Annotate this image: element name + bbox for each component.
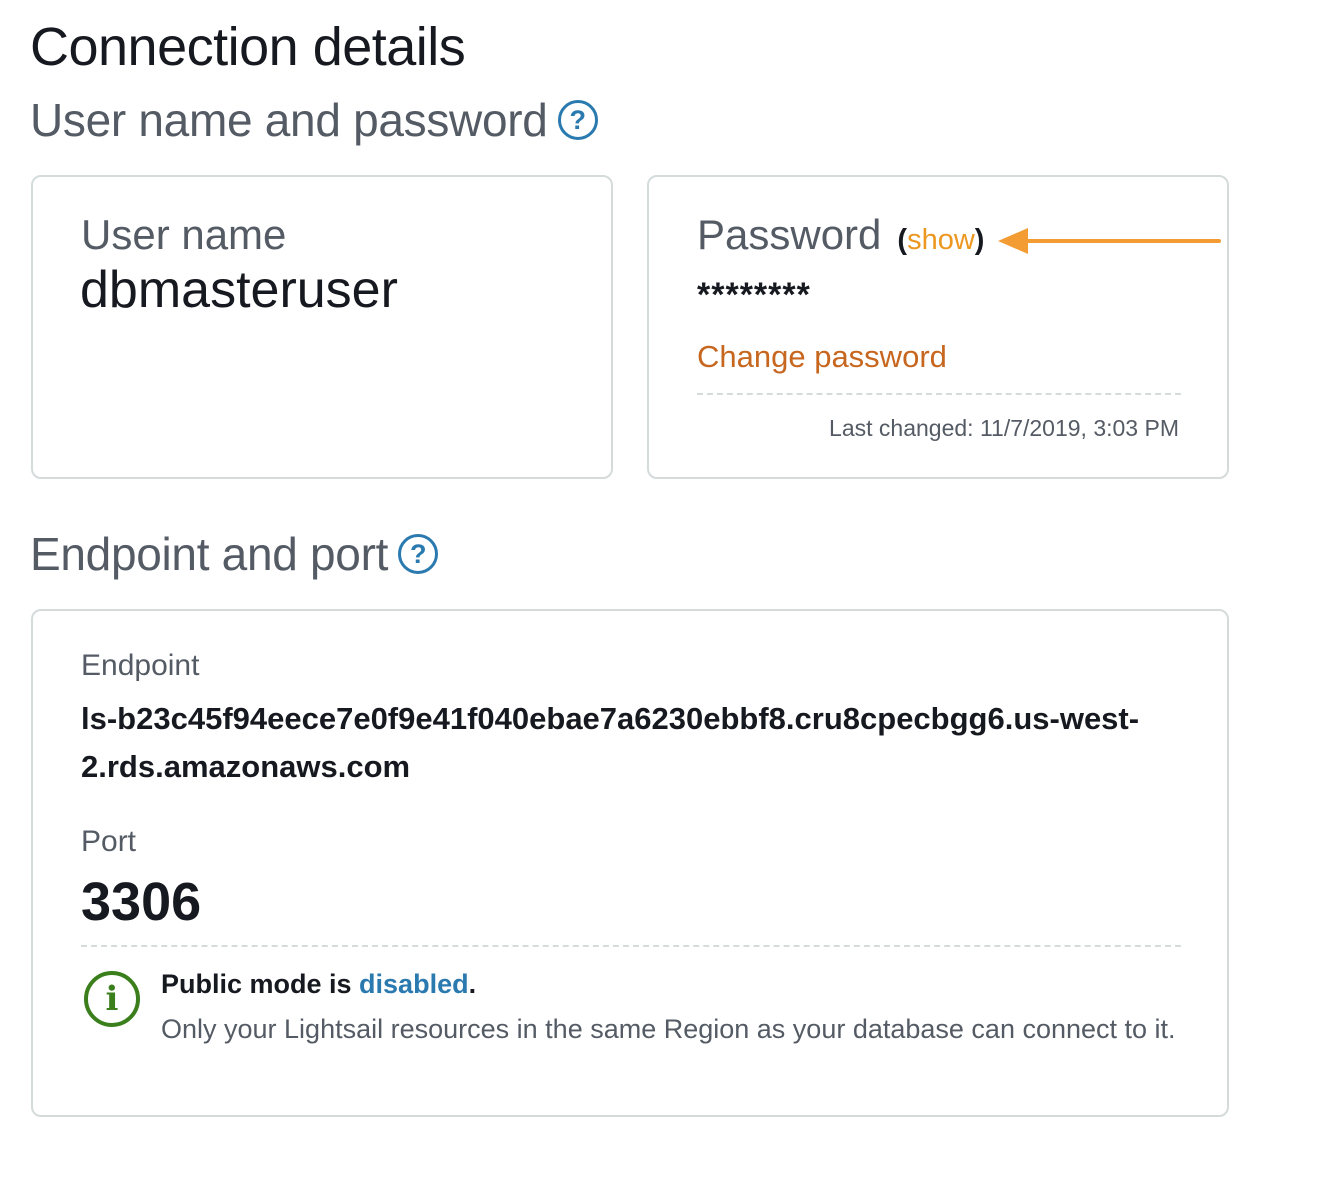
- endpoint-value: ls-b23c45f94eece7e0f9e41f040ebae7a6230eb…: [81, 701, 1140, 784]
- show-close-paren: ): [974, 224, 985, 256]
- page-title: Connection details: [30, 17, 466, 77]
- show-open-paren: (: [897, 224, 908, 256]
- annotation-arrow-icon: [998, 228, 1221, 254]
- public-mode-status-link[interactable]: disabled: [359, 969, 469, 999]
- endpoint-section-title: Endpoint and port ?: [30, 526, 439, 582]
- credentials-section-title: User name and password ?: [30, 92, 598, 148]
- public-mode-suffix: .: [468, 969, 477, 999]
- help-icon[interactable]: ?: [398, 534, 439, 574]
- user-name-label: User name: [81, 211, 287, 258]
- user-name-card: User name dbmasteruser: [31, 175, 613, 479]
- password-header: Password (show): [697, 210, 984, 260]
- last-changed-timestamp: Last changed: 11/7/2019, 3:03 PM: [829, 415, 1179, 441]
- info-icon: i: [84, 971, 140, 1027]
- public-mode-description: Only your Lightsail resources in the sam…: [161, 1014, 1176, 1044]
- endpoint-divider: [81, 945, 1181, 947]
- endpoint-label: Endpoint: [81, 649, 200, 682]
- credentials-section-label: User name and password: [30, 94, 548, 146]
- connection-details-page: Connection details User name and passwor…: [0, 0, 1332, 1200]
- help-icon[interactable]: ?: [557, 100, 598, 140]
- password-label: Password: [697, 211, 882, 258]
- public-mode-prefix: Public mode is: [161, 969, 360, 999]
- user-name-value: dbmasteruser: [80, 261, 398, 319]
- password-divider: [697, 393, 1181, 395]
- endpoint-card: Endpoint ls-b23c45f94eece7e0f9e41f040eba…: [31, 609, 1229, 1117]
- port-value: 3306: [81, 872, 202, 932]
- public-mode-notice: Public mode is disabled.: [161, 969, 476, 1000]
- password-card: Password (show) ******** Change password…: [647, 175, 1229, 479]
- endpoint-section-label: Endpoint and port: [30, 528, 389, 580]
- port-label: Port: [81, 825, 137, 858]
- show-password-link[interactable]: show: [907, 224, 975, 256]
- change-password-link[interactable]: Change password: [697, 339, 947, 375]
- password-masked-value: ********: [697, 276, 811, 314]
- show-password-wrapper: (show): [897, 224, 984, 257]
